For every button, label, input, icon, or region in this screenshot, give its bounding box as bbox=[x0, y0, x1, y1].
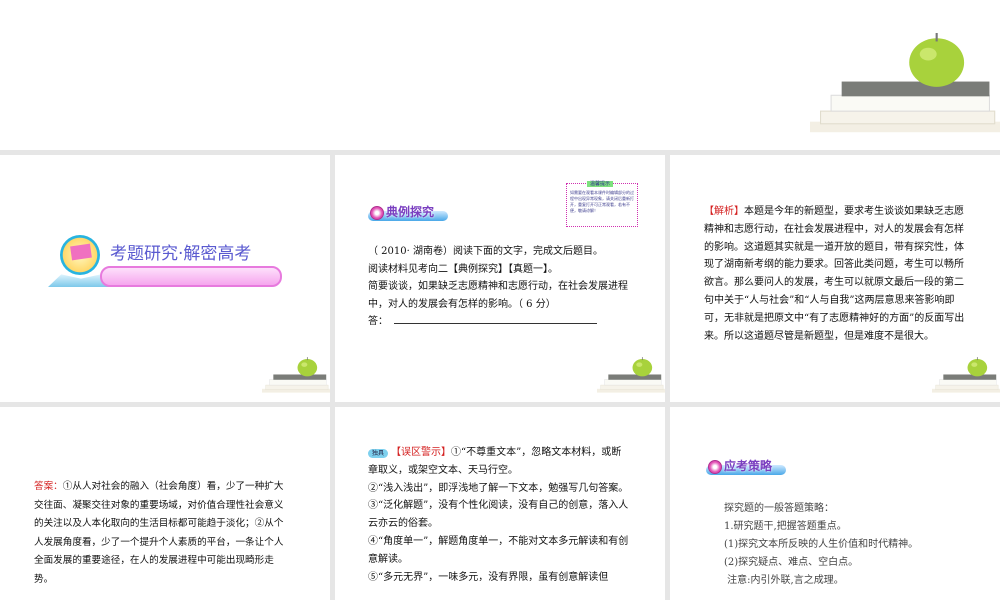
slide-thumbnail-4[interactable]: 答案：①从人对社会的融入（社会角度）看，少了一种扩大交往面、凝聚交往对象的重要场… bbox=[0, 407, 330, 600]
answer-text: ①从人对社会的融入（社会角度）看，少了一种扩大交往面、凝聚交往对象的重要场域，对… bbox=[34, 481, 284, 585]
slide-thumbnail-1[interactable]: 考题研究·解密高考 bbox=[0, 155, 330, 402]
strategy-line: 1.研究题干,把握答题重点。 bbox=[724, 521, 847, 532]
analysis-text: 本题是今年的新题型，要求考生谈谈如果缺乏志愿精神和志愿行动，在社会发展进程中，对… bbox=[704, 206, 965, 342]
warning-item: ④“角度单一”，解题角度单一，不能对文本多元解读和有创意解读。 bbox=[368, 535, 629, 565]
slide-thumbnail-2[interactable]: 典例探究 温馨提示 如需要在观看本课件时编辑部分的过程中出现异常现象，请关闭后重… bbox=[335, 155, 665, 402]
strategy-line: 注意:内引外联,言之成理。 bbox=[724, 575, 844, 586]
question-line: 简要谈谈，如果缺乏志愿精神和志愿行动，在社会发展进程 bbox=[368, 281, 628, 292]
strategy-line: (1)探究文本所反映的人生价值和时代精神。 bbox=[724, 539, 919, 550]
section-banner: 典例探究 bbox=[368, 203, 448, 223]
slide-thumbnail-3[interactable]: 【解析】本题是今年的新题型，要求考生谈谈如果缺乏志愿精神和志愿行动，在社会发展进… bbox=[670, 155, 1000, 402]
slide-thumbnail-5[interactable]: 独具 【误区警示】①“不尊重文本”，忽略文本材料，或断章取义，或架空文本、天马行空… bbox=[335, 407, 665, 600]
warning-label: 【误区警示】 bbox=[391, 447, 452, 458]
answer-label: 答： bbox=[368, 316, 388, 327]
apple-books-decoration bbox=[932, 356, 1000, 393]
question-line: 阅读材料见考向二【典例探究】【真题一】。 bbox=[368, 263, 558, 275]
apple-books-decoration bbox=[810, 32, 1000, 133]
analysis-label: 【解析】 bbox=[704, 206, 744, 217]
slide-thumbnail-6[interactable]: 应考策略 探究题的一般答题策略： 1.研究题干,把握答题重点。 (1)探究文本所… bbox=[670, 407, 1000, 600]
tip-box: 温馨提示 如需要在观看本课件时编辑部分的过程中出现异常现象，请关闭后重新打开，重… bbox=[566, 181, 638, 227]
question-line: 中，对人的发展会有怎样的影响。（ 6 分） bbox=[368, 298, 556, 310]
section-banner: 应考策略 bbox=[706, 457, 786, 477]
strategy-line: 探究题的一般答题策略： bbox=[724, 503, 834, 514]
slide-thumbnail-top[interactable] bbox=[0, 0, 1000, 150]
question-line: （ 2010· 湖南卷）阅读下面的文字，完成文后题目。 bbox=[368, 246, 603, 257]
unique-badge: 独具 bbox=[368, 449, 389, 458]
strategy-line: (2)探究疑点、难点、空白点。 bbox=[724, 557, 859, 568]
apple-books-decoration bbox=[262, 356, 330, 393]
answer-blank bbox=[394, 323, 597, 324]
tip-text: 如需要在观看本课件时编辑部分的过程中出现异常现象，请关闭后重新打开，重复打开可正… bbox=[570, 190, 634, 213]
warning-item: ③“泛化解题”，没有个性化阅读，没有自己的创意，落入人云亦云的俗套。 bbox=[368, 500, 629, 530]
arrow-bullet-icon bbox=[370, 206, 384, 220]
title-bar bbox=[100, 266, 282, 287]
slide-title: 考题研究·解密高考 bbox=[110, 244, 252, 264]
warning-item: ⑤“多元无界”，一味多元，没有界限，虽有创意解读但 bbox=[368, 571, 609, 583]
arrow-bullet-icon bbox=[708, 460, 722, 474]
apple-books-decoration bbox=[597, 356, 665, 393]
warning-item: ②“浅入浅出”，即浮浅地了解一下文本，勉强写几句答案。 bbox=[368, 482, 629, 494]
answer-label: 答案： bbox=[34, 481, 63, 492]
tip-title: 温馨提示 bbox=[587, 181, 614, 187]
